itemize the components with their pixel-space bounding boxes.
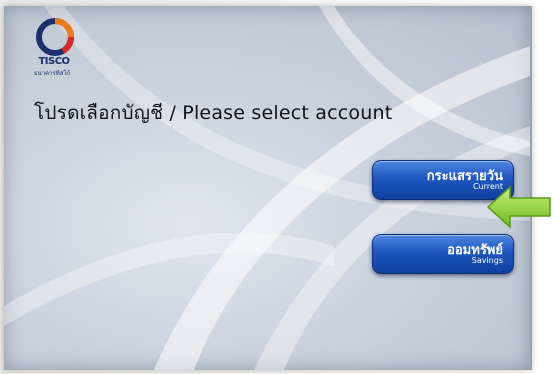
logo-subtext: ธนาคารทิสโก้: [34, 70, 71, 77]
savings-account-button[interactable]: ออมทรัพย์ Savings: [372, 234, 514, 274]
current-label-english: Current: [472, 182, 503, 191]
page-title: โปรดเลือกบัญชี / Please select account: [34, 102, 393, 124]
atm-bezel: TISCO ธนาคารทิสโก้ โปรดเลือกบัญชี / Plea…: [0, 0, 552, 374]
tisco-ring-icon: [36, 18, 74, 56]
tisco-logo: TISCO ธนาคารทิสโก้: [34, 18, 82, 92]
savings-label-english: Savings: [471, 256, 503, 265]
arrow-left-icon: [486, 185, 551, 229]
atm-screen: TISCO ธนาคารทิสโก้ โปรดเลือกบัญชี / Plea…: [4, 6, 532, 370]
logo-wordmark: TISCO: [38, 56, 70, 67]
